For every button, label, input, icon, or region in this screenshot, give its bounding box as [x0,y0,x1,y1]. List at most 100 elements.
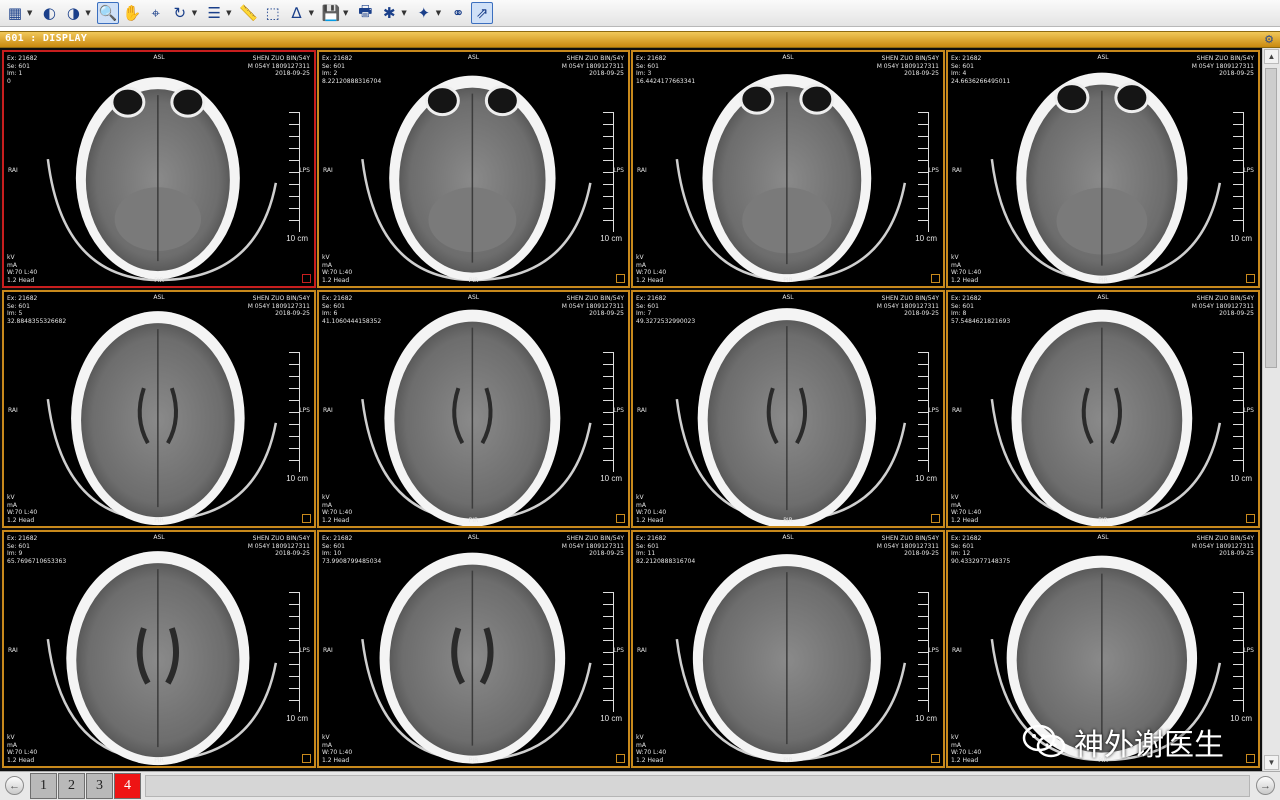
patient-info-left: Ex: 21682 Se: 601 Im: 10 [7,55,37,85]
orientation-right: RAI [323,406,333,414]
pan-hand-icon[interactable]: ✋ [121,2,143,24]
orientation-posterior: PIR [783,516,793,524]
orientation-anterior: ASL [782,54,794,61]
patient-info-right: SHEN ZUO BIN/54Y M 054Y 1809127311 2018-09… [1192,295,1254,318]
brain-3d-icon[interactable]: ✱ [378,2,400,24]
ma-label: mA [951,261,961,269]
image-number: Im: 11 [636,550,656,557]
angle-measure-icon[interactable]: ∆ [286,2,308,24]
orbit-region [484,85,520,117]
slice-position: 41.1060444158352 [322,317,382,325]
network-icon[interactable]: ⚭ [447,2,469,24]
series-number: Se: 601 [951,542,974,550]
magic-wand-icon[interactable]: ✦ [413,2,435,24]
page-tab-1[interactable]: 1 [30,773,57,799]
ma-label: mA [322,261,332,269]
ma-label: mA [322,741,332,749]
next-arrow-icon[interactable]: → [1256,776,1275,795]
save-icon[interactable]: 💾 [320,2,342,24]
orientation-posterior: PIR [468,756,479,764]
page-tab-4[interactable]: 4 [114,773,141,799]
scale-label: 10 cm [286,234,308,243]
dropdown-arrow-icon[interactable]: ▼ [192,9,197,17]
study-date: 2018-09-25 [589,70,624,77]
zoom-icon[interactable]: 🔍 [96,2,119,24]
image-viewport[interactable]: Ex: 21682 Se: 601 Im: 5 32.8848355326682 SHE… [2,290,316,528]
patient-id: M 054Y 1809127311 [247,302,310,310]
vertical-scrollbar[interactable]: ▲ ▼ [1262,48,1280,771]
page-track[interactable] [145,775,1250,797]
ma-label: mA [951,741,961,749]
ct-scan-image [361,552,592,764]
previous-arrow-icon[interactable]: ← [5,776,24,795]
wechat-logo-icon [1022,724,1066,758]
slice-position: 24.6636266495011 [951,77,1011,85]
study-date: 2018-09-25 [904,70,939,77]
page-tab-2[interactable]: 2 [58,773,85,799]
window-level-icon[interactable]: ◐ [38,2,60,24]
orbit-region [1114,82,1150,114]
image-number: Im: 7 [636,310,652,317]
series-number: Se: 601 [7,542,30,550]
image-viewport[interactable]: Ex: 21682 Se: 601 Im: 9 65.7696710653363 SHE… [2,530,316,768]
orientation-posterior: PIR [1098,516,1108,524]
scale-ruler [918,112,929,232]
patient-name: SHEN ZUO BIN/54Y [1196,55,1254,62]
patient-id: M 054Y 1809127311 [561,542,624,550]
image-viewport[interactable]: Ex: 21682 Se: 601 Im: 3 16.4424177663341 SHE… [631,50,945,288]
print-icon[interactable]: 🖶 [354,2,376,24]
slice-thickness: 1.2 Head [322,276,350,284]
image-viewport[interactable]: Ex: 21682 Se: 601 Im: 1 0 SHEN ZUO BIN/54Y M … [2,50,316,288]
kv-label: kV [7,734,15,741]
dropdown-arrow-icon[interactable]: ▼ [401,9,406,17]
image-viewport[interactable]: Ex: 21682 Se: 601 Im: 2 8.22120888316704 SHE… [317,50,630,288]
patient-name: SHEN ZUO BIN/54Y [252,295,310,302]
export-icon[interactable]: ⇗ [471,2,494,24]
orientation-left: LPS [1243,406,1254,414]
patient-info-right: SHEN ZUO BIN/54Y M 054Y 1809127311 2018-09… [562,295,624,318]
image-viewport[interactable]: Ex: 21682 Se: 601 Im: 4 24.6636266495011 SHE… [946,50,1260,288]
orientation-right: RAI [8,166,18,174]
orientation-right: RAI [637,166,647,174]
orientation-posterior: PIR [468,276,479,284]
series-stack-icon[interactable]: ☰ [203,2,225,24]
image-viewport[interactable]: Ex: 21682 Se: 601 Im: 11 82.2120888316704 SH… [631,530,945,768]
image-viewport[interactable]: Ex: 21682 Se: 601 Im: 10 73.9908799485034 SH… [317,530,630,768]
dropdown-arrow-icon[interactable]: ▼ [309,9,314,17]
orientation-right: RAI [8,646,18,654]
dropdown-arrow-icon[interactable]: ▼ [226,9,231,17]
orientation-anterior: ASL [1097,294,1109,301]
series-number: Se: 601 [636,302,659,310]
dropdown-arrow-icon[interactable]: ▼ [27,9,32,17]
magnify-tool-icon[interactable]: ⌖ [145,2,167,24]
contrast-preset-icon[interactable]: ◑ [62,2,84,24]
orientation-posterior: PIR [783,276,793,284]
viewport-corner-marker [302,274,311,283]
scale-label: 10 cm [286,714,308,723]
image-viewport[interactable]: Ex: 21682 Se: 601 Im: 6 41.1060444158352 SHE… [317,290,630,528]
roi-select-icon[interactable]: ⬚ [262,2,284,24]
rotate-icon[interactable]: ↻ [169,2,191,24]
grid-layout-icon[interactable]: ▦ [4,2,26,24]
scale-ruler [603,352,614,472]
patient-name: SHEN ZUO BIN/54Y [566,55,624,62]
acquisition-info: kV mA W:70 L:40 1.2 Head [322,734,352,764]
ruler-icon[interactable]: 📏 [238,2,260,24]
scroll-down-arrow-icon[interactable]: ▼ [1264,755,1279,770]
dropdown-arrow-icon[interactable]: ▼ [436,9,441,17]
scroll-up-arrow-icon[interactable]: ▲ [1264,49,1279,64]
image-viewport[interactable]: Ex: 21682 Se: 601 Im: 8 57.5484621821693 SHE… [946,290,1260,528]
dropdown-arrow-icon[interactable]: ▼ [85,9,90,17]
settings-icon[interactable]: ⚙ [1264,33,1274,46]
scroll-thumb[interactable] [1265,68,1277,368]
page-tab-3[interactable]: 3 [86,773,113,799]
image-viewport[interactable]: Ex: 21682 Se: 601 Im: 7 49.3272532990023 SHE… [631,290,945,528]
orbit-region [424,85,460,117]
scale-ruler [1233,352,1244,472]
orientation-anterior: ASL [153,54,165,61]
image-number: Im: 8 [951,310,967,317]
dropdown-arrow-icon[interactable]: ▼ [343,9,348,17]
window-level: W:70 L:40 [322,269,353,276]
acquisition-info: kV mA W:70 L:40 1.2 Head [322,494,352,524]
slice-position: 65.7696710653363 [7,557,67,565]
